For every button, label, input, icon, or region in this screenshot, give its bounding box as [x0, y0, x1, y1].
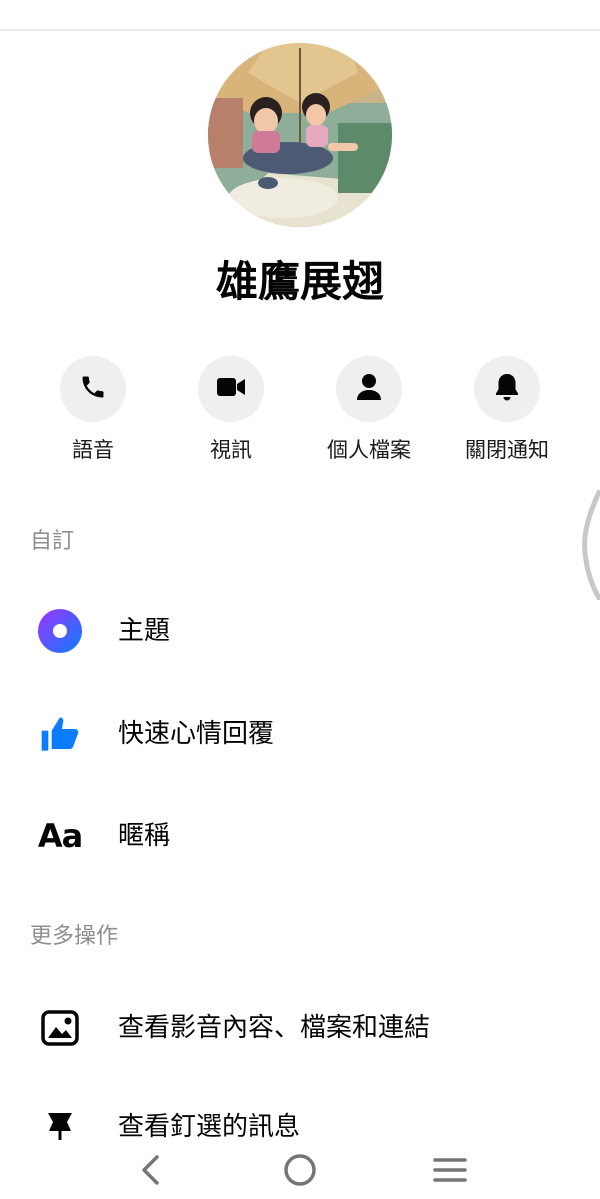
section-header-customize: 自訂 [30, 529, 75, 554]
theme-row[interactable]: 主題 [0, 596, 600, 666]
row-label: 主題 [118, 616, 171, 646]
bell-icon [494, 372, 520, 406]
back-button[interactable] [120, 1145, 180, 1199]
action-icon-circle[interactable] [474, 356, 540, 422]
profile-name: 雄鷹展翅 [215, 257, 384, 306]
mute-notifications-button[interactable]: 關閉通知 [447, 356, 567, 465]
menu-icon [432, 1156, 468, 1188]
pin-icon [34, 1106, 86, 1140]
thumbs-up-icon [34, 712, 86, 756]
home-button[interactable] [270, 1145, 330, 1199]
phone-icon [79, 373, 107, 405]
view-media-row[interactable]: 查看影音內容、檔案和連結 [0, 993, 600, 1063]
row-label: 查看釘選的訊息 [118, 1112, 301, 1140]
person-icon [356, 373, 382, 405]
row-label: 快速心情回覆 [118, 719, 275, 749]
quick-reaction-row[interactable]: 快速心情回覆 [0, 699, 600, 769]
nickname-icon-text: Aa [37, 817, 83, 855]
system-nav-bar [0, 1145, 600, 1199]
view-pinned-messages-row[interactable]: 查看釘選的訊息 [0, 1106, 600, 1140]
action-label: 視訊 [210, 438, 252, 462]
voice-call-button[interactable]: 語音 [33, 356, 153, 465]
recents-button[interactable] [420, 1145, 480, 1199]
action-label: 語音 [72, 438, 114, 462]
image-icon [34, 1006, 86, 1050]
action-icon-circle[interactable] [336, 356, 402, 422]
theme-icon [34, 609, 86, 653]
edge-swipe-handle[interactable] [582, 488, 600, 602]
video-camera-icon [216, 375, 246, 403]
section-header-more-actions: 更多操作 [30, 924, 119, 949]
action-label: 個人檔案 [327, 438, 411, 462]
profile-button[interactable]: 個人檔案 [309, 356, 429, 465]
action-icon-circle[interactable] [60, 356, 126, 422]
row-label: 暱稱 [118, 821, 171, 851]
conversation-settings-screen: 雄鷹展翅 語音 視訊 個人檔案 關閉通知 自訂 主題 快速心情回覆 Aa 暱稱 … [0, 0, 600, 1199]
home-icon [283, 1153, 317, 1191]
nickname-row[interactable]: Aa 暱稱 [0, 801, 600, 871]
action-icon-circle[interactable] [198, 356, 264, 422]
nickname-icon: Aa [34, 814, 86, 858]
back-icon [139, 1154, 161, 1190]
video-call-button[interactable]: 視訊 [171, 356, 291, 465]
top-bar [0, 0, 600, 31]
row-label: 查看影音內容、檔案和連結 [118, 1013, 431, 1043]
avatar[interactable] [208, 43, 392, 227]
action-label: 關閉通知 [465, 438, 549, 462]
